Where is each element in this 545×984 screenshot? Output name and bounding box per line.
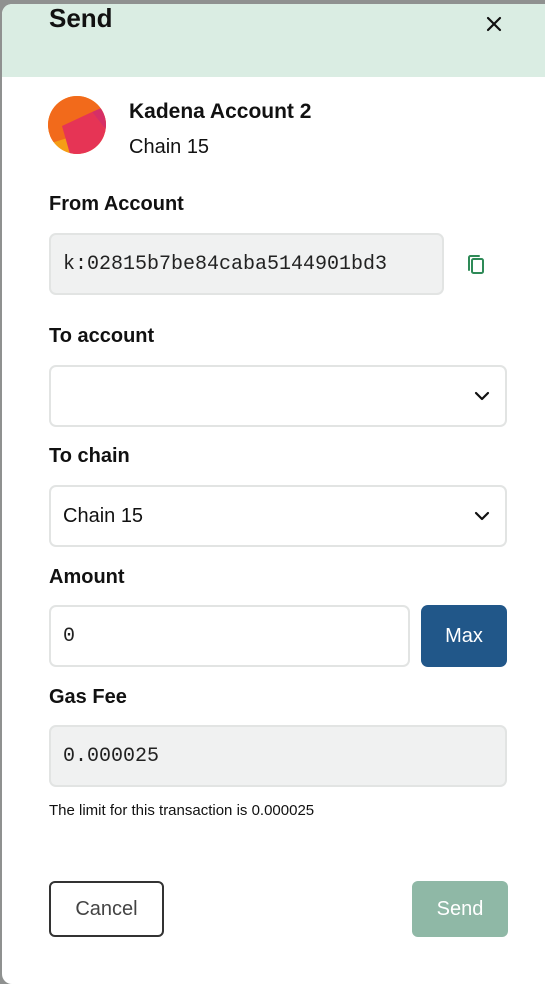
amount-label: Amount (49, 566, 125, 588)
send-button[interactable]: Send (412, 881, 508, 937)
copy-button[interactable] (465, 253, 487, 277)
close-icon (486, 16, 502, 32)
account-avatar (48, 96, 106, 154)
modal-title: Send (49, 4, 113, 33)
to-chain-select[interactable]: Chain 15 (49, 485, 507, 547)
chevron-down-icon (474, 511, 490, 521)
to-chain-value: Chain 15 (63, 504, 144, 527)
account-chain: Chain 15 (129, 136, 210, 158)
send-modal: Send Kadena Account 2 Chain 15 From Acco… (2, 4, 545, 984)
from-account-label: From Account (49, 193, 184, 215)
cancel-button[interactable]: Cancel (49, 881, 164, 937)
to-account-select[interactable] (49, 365, 507, 427)
amount-input[interactable]: 0 (49, 605, 410, 667)
modal-header: Send (2, 4, 545, 77)
gas-fee-value: 0.000025 (63, 744, 160, 768)
from-account-field[interactable]: k:02815b7be84caba5144901bd3 (49, 233, 444, 295)
gas-fee-label: Gas Fee (49, 686, 127, 708)
gas-limit-helper-text: The limit for this transaction is 0.0000… (49, 802, 315, 819)
from-account-value: k:02815b7be84caba5144901bd3 (63, 252, 388, 276)
gas-fee-field[interactable]: 0.000025 (49, 725, 507, 787)
to-chain-label: To chain (49, 445, 130, 467)
amount-value: 0 (63, 624, 76, 648)
chevron-down-icon (474, 391, 490, 401)
copy-icon (468, 255, 484, 274)
account-name: Kadena Account 2 (129, 100, 312, 123)
max-button[interactable]: Max (421, 605, 507, 667)
close-button[interactable] (480, 10, 508, 38)
to-account-label: To account (49, 325, 155, 347)
